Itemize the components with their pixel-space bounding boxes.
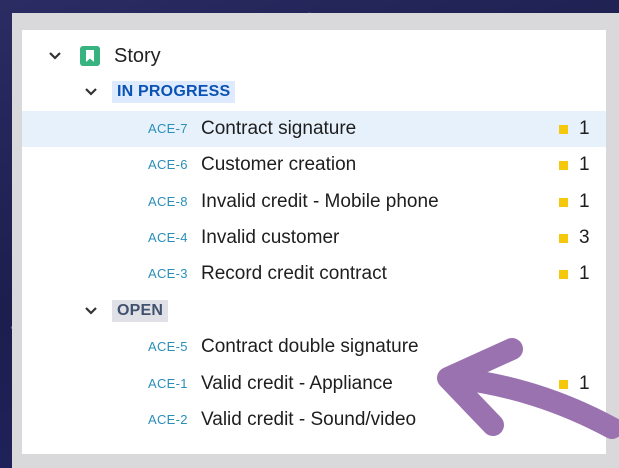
issue-title: Contract signature xyxy=(201,118,357,139)
priority-square-icon xyxy=(559,234,568,243)
priority-square-icon xyxy=(559,125,568,134)
priority-square-icon xyxy=(559,198,568,207)
issue-row[interactable]: ACE-7 Contract signature 1 xyxy=(22,111,606,147)
issue-count: 1 xyxy=(579,154,590,175)
issue-key[interactable]: ACE-3 xyxy=(148,256,188,292)
issue-key[interactable]: ACE-1 xyxy=(148,366,188,402)
issue-title: Customer creation xyxy=(201,154,357,175)
issue-key[interactable]: ACE-5 xyxy=(148,329,188,365)
issue-count: 1 xyxy=(579,118,590,139)
status-badge: OPEN xyxy=(112,300,169,322)
issue-count: 1 xyxy=(579,373,590,394)
chevron-down-icon[interactable] xyxy=(82,74,100,110)
issue-title: Valid credit - Appliance xyxy=(201,373,393,394)
chevron-down-icon[interactable] xyxy=(82,293,100,329)
issue-count: 3 xyxy=(579,227,590,248)
priority-square-icon xyxy=(559,161,568,170)
priority-square-icon xyxy=(559,270,568,279)
issue-key[interactable]: ACE-6 xyxy=(148,147,188,183)
chevron-down-icon[interactable] xyxy=(46,38,64,74)
status-badge: IN PROGRESS xyxy=(112,81,236,103)
issue-row[interactable]: ACE-2 Valid credit - Sound/video xyxy=(22,402,606,438)
story-label: Story xyxy=(114,45,161,67)
issue-row[interactable]: ACE-8 Invalid credit - Mobile phone 1 xyxy=(22,184,606,220)
issue-count: 1 xyxy=(579,191,590,212)
issue-key[interactable]: ACE-4 xyxy=(148,220,188,256)
issue-title: Invalid credit - Mobile phone xyxy=(201,191,439,212)
group-header-in-progress[interactable]: IN PROGRESS xyxy=(22,74,606,110)
issue-row[interactable]: ACE-4 Invalid customer 3 xyxy=(22,220,606,256)
issue-key[interactable]: ACE-7 xyxy=(148,111,188,147)
issue-count: 1 xyxy=(579,263,590,284)
issue-tree-panel: Story IN PROGRESS ACE-7 Contract signatu… xyxy=(22,30,606,454)
issue-title: Valid credit - Sound/video xyxy=(201,409,417,430)
issue-title: Contract double signature xyxy=(201,336,419,357)
issue-key[interactable]: ACE-2 xyxy=(148,402,188,438)
bookmark-icon xyxy=(80,46,100,66)
issue-row[interactable]: ACE-3 Record credit contract 1 xyxy=(22,256,606,292)
issue-row[interactable]: ACE-6 Customer creation 1 xyxy=(22,147,606,183)
issue-row[interactable]: ACE-5 Contract double signature xyxy=(22,329,606,365)
group-header-open[interactable]: OPEN xyxy=(22,293,606,329)
story-row[interactable]: Story xyxy=(22,38,606,74)
priority-square-icon xyxy=(559,380,568,389)
issue-title: Invalid customer xyxy=(201,227,340,248)
issue-row[interactable]: ACE-1 Valid credit - Appliance 1 xyxy=(22,366,606,402)
issue-title: Record credit contract xyxy=(201,263,387,284)
issue-key[interactable]: ACE-8 xyxy=(148,184,188,220)
